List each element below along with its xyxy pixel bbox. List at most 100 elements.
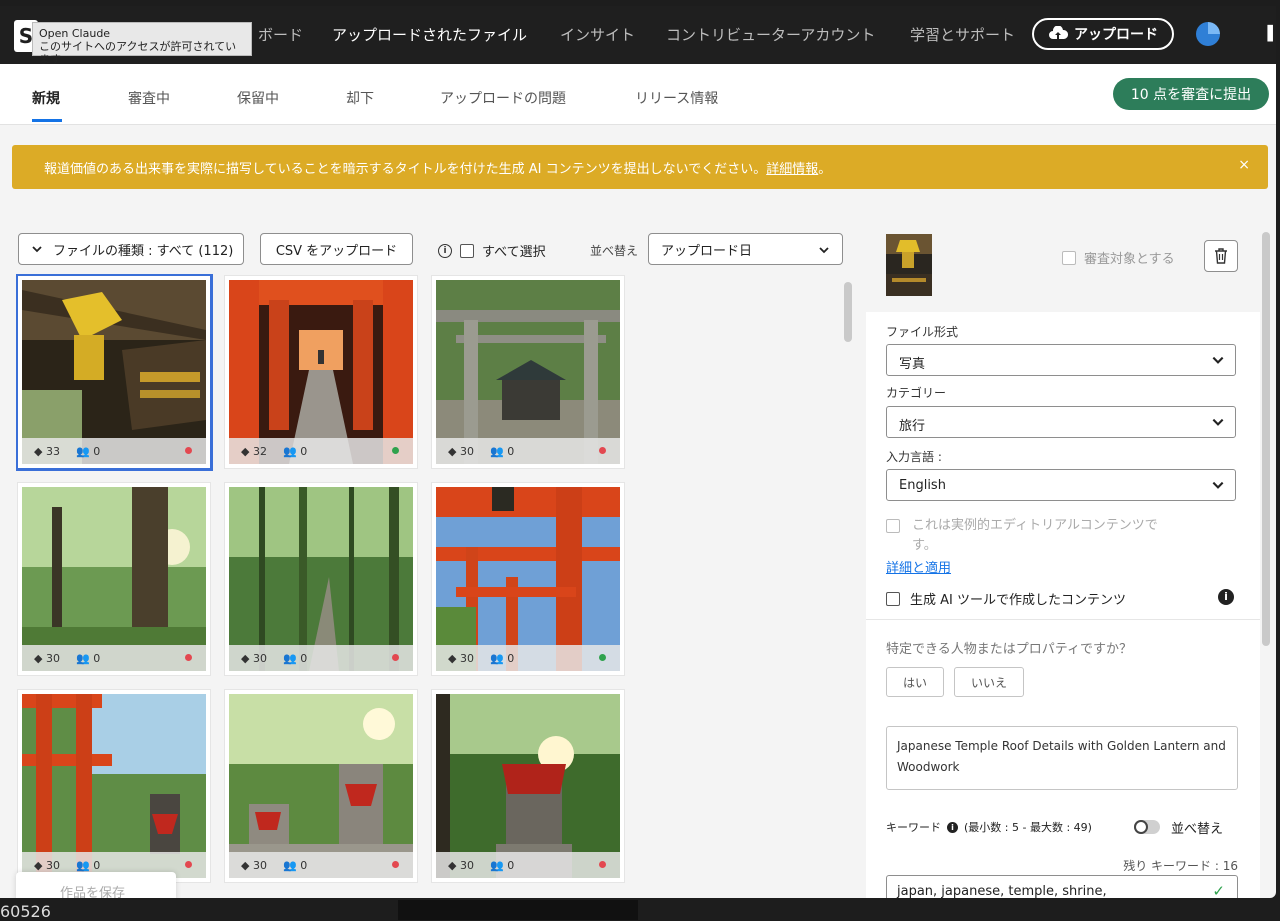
- remaining-keywords: 残り キーワード : 16: [1123, 859, 1238, 873]
- genai-label: 生成 AI ツールで作成したコンテンツ: [910, 593, 1126, 608]
- keywords-label: キーワード: [886, 821, 941, 834]
- browser-window: S Open Claude このサイトへのアクセスが許可されています ボード ア…: [0, 6, 1276, 898]
- asset-thumbnail: [436, 280, 620, 464]
- yes-button[interactable]: はい: [886, 667, 944, 697]
- status-dot: [392, 447, 399, 454]
- details-apply-link[interactable]: 詳細と適用: [886, 557, 951, 576]
- asset-grid: ◆ 33 👥 0 ◆ 32 👥 0 ◆ 30 👥 0 ◆ 30 👥 0 ◆ 30 👥 0 ◆ 30 👥…: [16, 274, 836, 898]
- asset-card[interactable]: ◆ 30 👥 0: [432, 690, 624, 882]
- nav-contributor-account[interactable]: コントリビューターアカウント: [666, 24, 875, 45]
- panel-scrollbar[interactable]: [1262, 232, 1270, 646]
- nav-board[interactable]: ボード: [258, 24, 303, 45]
- background-block: [398, 900, 638, 920]
- language-label: 入力言語 :: [886, 450, 942, 464]
- save-work-button[interactable]: 作品を保存: [16, 872, 176, 898]
- asset-card[interactable]: ◆ 30 👥 0: [225, 690, 417, 882]
- asset-card[interactable]: ◆ 30 👥 0: [18, 690, 210, 882]
- keywords-header: キーワード i (最小数 : 5 - 最大数 : 49): [886, 819, 1092, 835]
- title-textarea[interactable]: Japanese Temple Roof Details with Golden…: [886, 726, 1238, 790]
- asset-thumbnail: [22, 280, 206, 464]
- editorial-group: これは実例的エディトリアルコンテンツで す。: [886, 516, 1158, 556]
- asset-meta: ◆ 30 👥 0: [436, 645, 620, 671]
- tag-icon: ◆: [34, 445, 43, 458]
- tag-icon: ◆: [448, 652, 457, 665]
- asset-meta: ◆ 30 👥 0: [22, 645, 206, 671]
- editorial-line1: これは実例的エディトリアルコンテンツで: [912, 518, 1158, 533]
- file-format-value: 写真: [899, 357, 926, 372]
- sort-toggle[interactable]: [1134, 820, 1160, 834]
- language-select[interactable]: English: [886, 469, 1236, 501]
- banner-suffix: 。: [818, 162, 832, 177]
- people-icon: 👥: [283, 445, 297, 458]
- tab-in-review[interactable]: 審査中: [128, 88, 170, 108]
- file-format-label: ファイル形式: [886, 325, 959, 339]
- release-count: 👥 0: [283, 859, 307, 872]
- release-count: 👥 0: [76, 445, 100, 458]
- chevron-down-icon: [1212, 418, 1224, 426]
- file-format-select[interactable]: 写真: [886, 344, 1236, 376]
- nav-learn-support[interactable]: 学習とサポート: [910, 24, 1015, 45]
- chevron-down-icon: [32, 246, 42, 253]
- asset-card[interactable]: ◆ 33 👥 0: [18, 276, 210, 468]
- asset-card[interactable]: ◆ 30 👥 0: [432, 276, 624, 468]
- chevron-down-icon: [1212, 481, 1224, 489]
- grid-scrollbar[interactable]: [844, 282, 852, 342]
- asset-meta: ◆ 32 👥 0: [229, 438, 413, 464]
- file-type-filter-label: ファイルの種類 : すべて (112): [53, 243, 234, 259]
- status-dot: [599, 654, 606, 661]
- status-dot: [185, 654, 192, 661]
- select-all-checkbox[interactable]: [460, 243, 474, 258]
- info-icon[interactable]: i: [438, 243, 452, 258]
- people-icon: 👥: [76, 652, 90, 665]
- category-value: 旅行: [899, 419, 926, 434]
- asset-card[interactable]: ◆ 30 👥 0: [18, 483, 210, 675]
- keyword-count-value: 30: [459, 445, 474, 458]
- genai-checkbox[interactable]: [886, 591, 900, 606]
- info-icon[interactable]: i: [1218, 589, 1234, 605]
- csv-upload-button[interactable]: CSV をアップロード: [260, 233, 413, 265]
- tooltip-title: Open Claude: [39, 27, 111, 40]
- apps-icon[interactable]: ▐: [1262, 26, 1273, 46]
- status-dot: [392, 861, 399, 868]
- asset-thumbnail: [229, 487, 413, 671]
- editorial-checkbox[interactable]: [886, 519, 900, 533]
- delete-button[interactable]: [1204, 240, 1238, 272]
- status-dot: [599, 447, 606, 454]
- info-icon[interactable]: i: [947, 821, 958, 833]
- toggle-knob: [1134, 820, 1148, 834]
- keywords-input[interactable]: japan, japanese, temple, shrine, ✓: [886, 875, 1238, 898]
- no-button[interactable]: いいえ: [954, 667, 1024, 697]
- cloud-upload-icon: [1049, 26, 1068, 39]
- sort-select[interactable]: アップロード日: [648, 233, 843, 265]
- avatar[interactable]: [1196, 22, 1220, 46]
- submit-for-review-button[interactable]: 10 点を審査に提出: [1113, 78, 1269, 110]
- category-select[interactable]: 旅行: [886, 406, 1236, 438]
- release-count-value: 0: [300, 859, 308, 872]
- close-icon[interactable]: ×: [1238, 157, 1250, 173]
- extension-tooltip: Open Claude このサイトへのアクセスが許可されています: [32, 22, 252, 66]
- release-count-value: 0: [507, 652, 515, 665]
- nav-uploaded-files[interactable]: アップロードされたファイル: [332, 24, 527, 45]
- tab-new[interactable]: 新規: [32, 88, 60, 108]
- tag-icon: ◆: [448, 445, 457, 458]
- select-all-group: i すべて選択: [438, 241, 546, 260]
- tab-rejected[interactable]: 却下: [346, 88, 374, 108]
- tab-upload-issues[interactable]: アップロードの問題: [440, 88, 566, 108]
- upload-button-label: アップロード: [1074, 27, 1158, 43]
- people-icon: 👥: [283, 859, 297, 872]
- tab-release-info[interactable]: リリース情報: [635, 88, 718, 108]
- nav-insights[interactable]: インサイト: [560, 24, 635, 45]
- banner-details-link[interactable]: 詳細情報: [766, 162, 818, 177]
- trash-icon: [1215, 248, 1227, 264]
- asset-meta: ◆ 30 👥 0: [436, 438, 620, 464]
- review-target-checkbox[interactable]: [1062, 250, 1076, 265]
- file-type-filter[interactable]: ファイルの種類 : すべて (112): [18, 233, 244, 265]
- tab-on-hold[interactable]: 保留中: [237, 88, 279, 108]
- asset-card[interactable]: ◆ 30 👥 0: [432, 483, 624, 675]
- asset-card[interactable]: ◆ 30 👥 0: [225, 483, 417, 675]
- keyword-count-value: 30: [45, 859, 60, 872]
- upload-button[interactable]: アップロード: [1032, 18, 1174, 50]
- release-count-value: 0: [300, 652, 308, 665]
- keywords-value: japan, japanese, temple, shrine,: [897, 884, 1107, 898]
- asset-card[interactable]: ◆ 32 👥 0: [225, 276, 417, 468]
